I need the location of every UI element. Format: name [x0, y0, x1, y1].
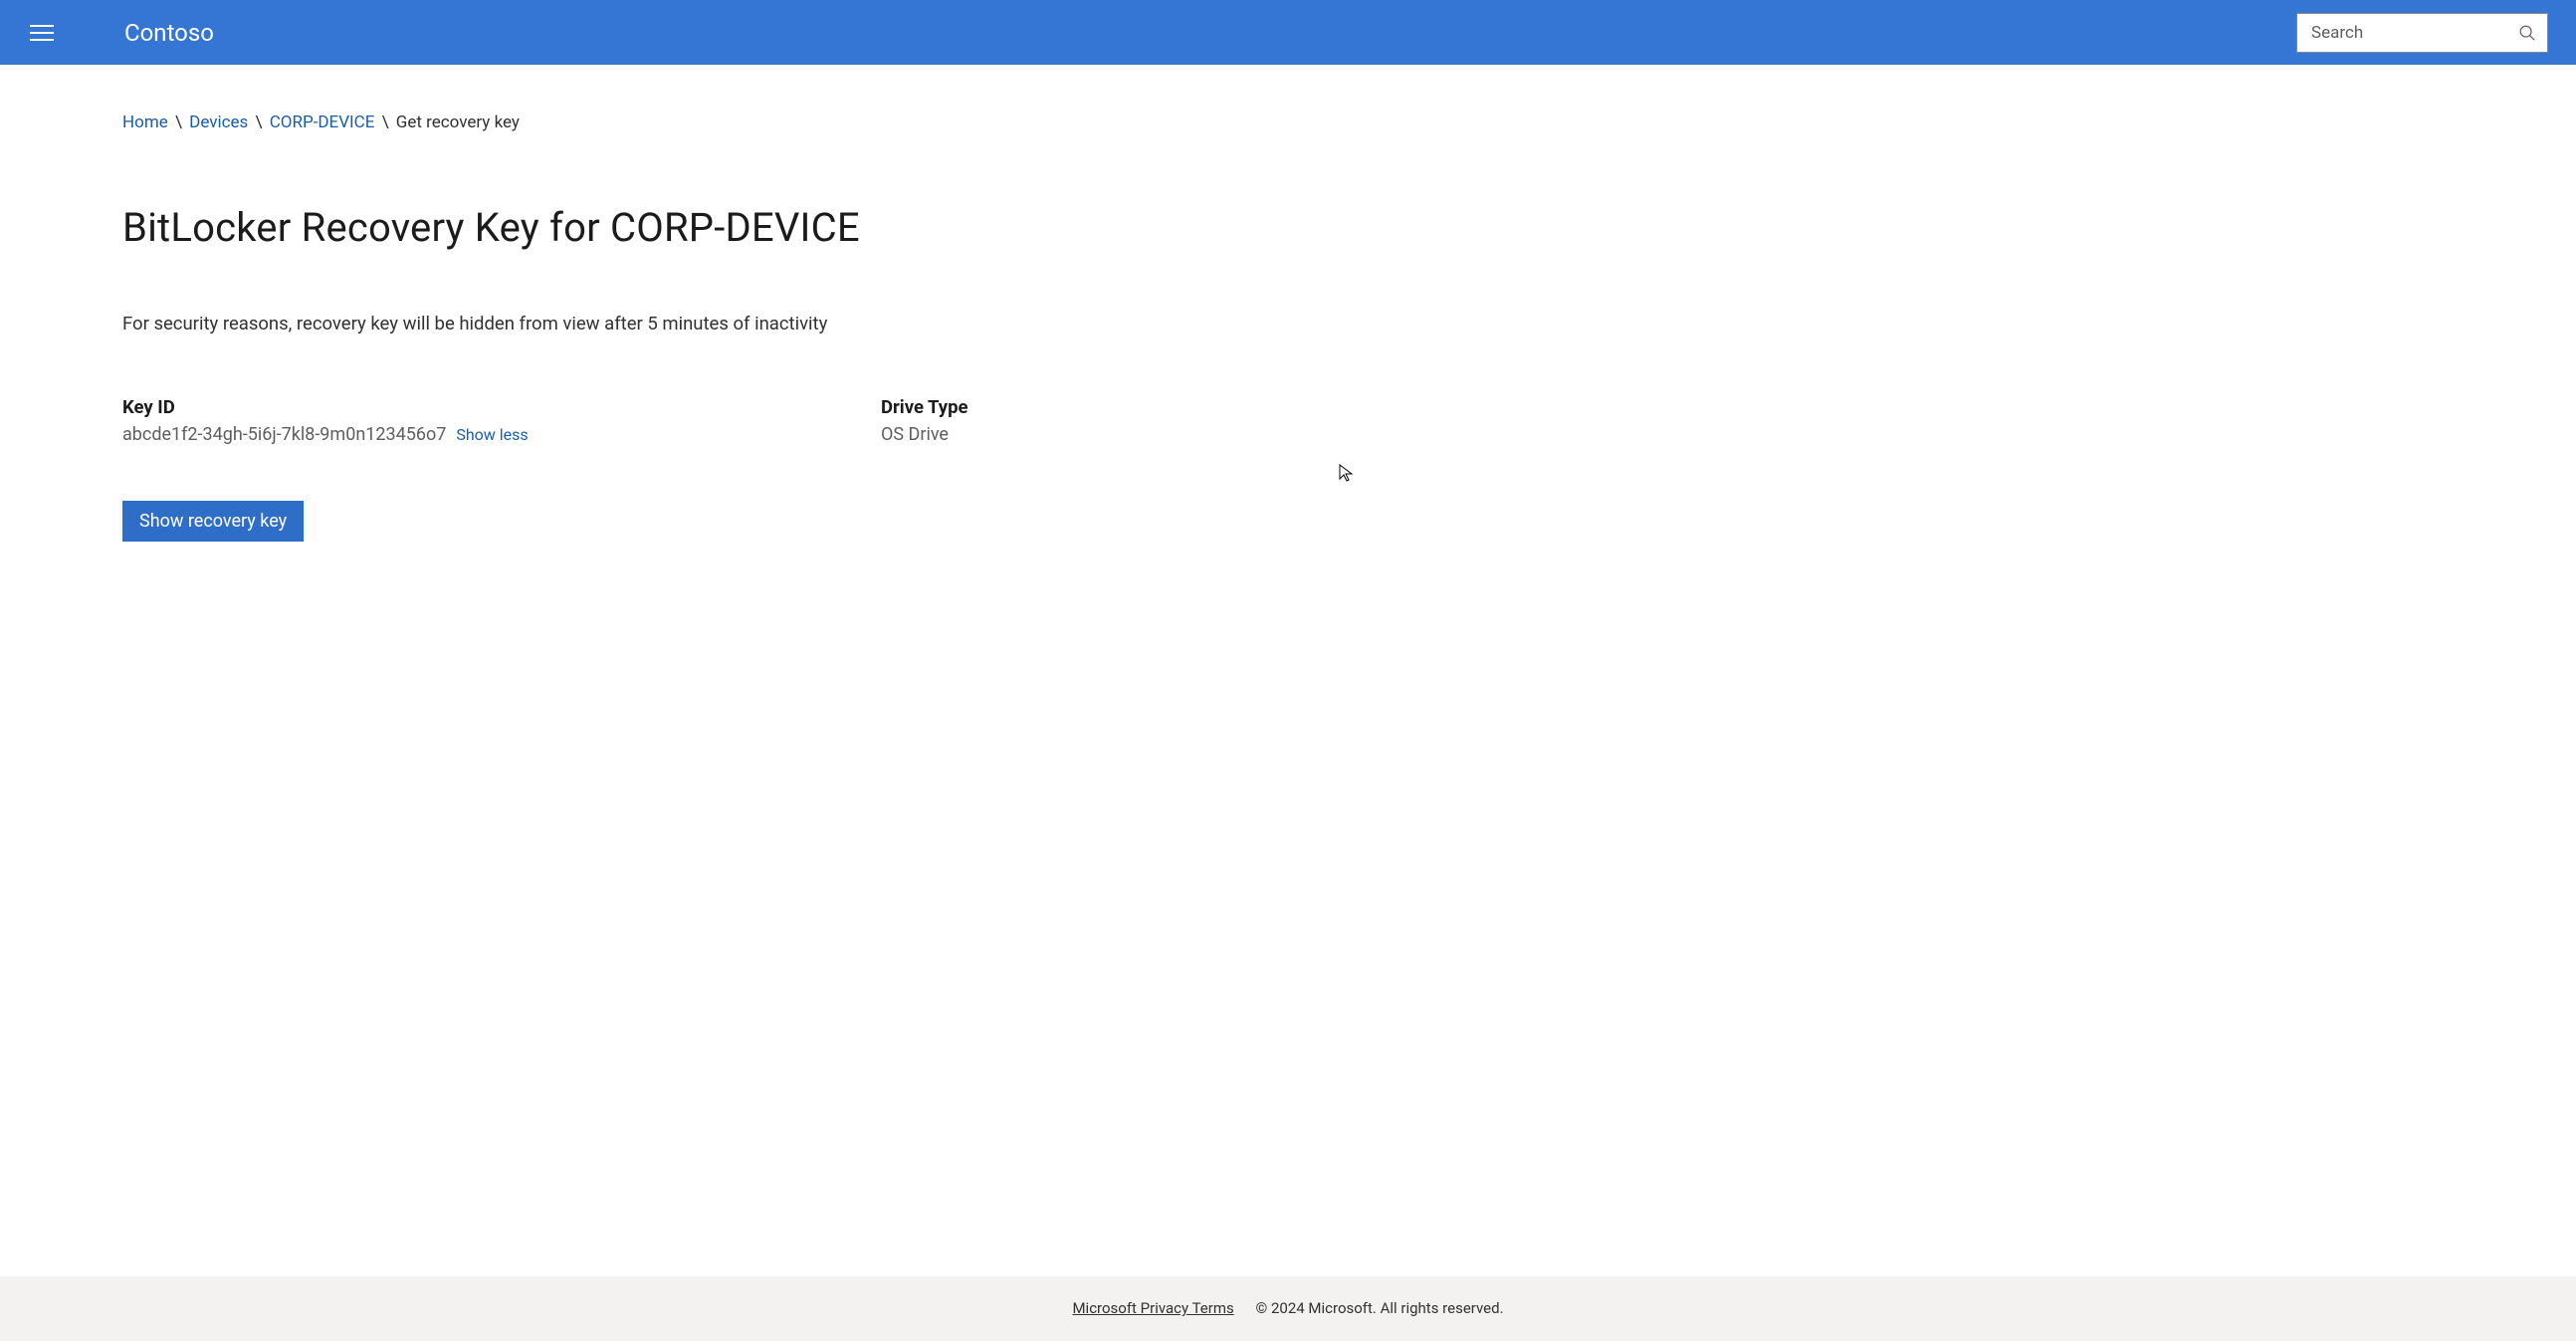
- copyright-text: © 2024 Microsoft. All rights reserved.: [1255, 1299, 1503, 1317]
- brand-name: Contoso: [124, 19, 214, 47]
- breadcrumb-device-name[interactable]: CORP-DEVICE: [270, 112, 375, 132]
- breadcrumb-current: Get recovery key: [396, 112, 520, 132]
- privacy-terms-link[interactable]: Microsoft Privacy Terms: [1072, 1299, 1233, 1317]
- security-notice: For security reasons, recovery key will …: [122, 313, 2454, 335]
- search-input[interactable]: [2296, 13, 2548, 53]
- main-content: Home \ Devices \ CORP-DEVICE \ Get recov…: [0, 65, 2576, 1276]
- drive-type-value: OS Drive: [881, 424, 968, 445]
- page-title: BitLocker Recovery Key for CORP-DEVICE: [122, 204, 2454, 251]
- breadcrumb-separator: \: [256, 112, 267, 132]
- breadcrumb-home[interactable]: Home: [122, 112, 168, 132]
- drive-type-block: Drive Type OS Drive: [881, 396, 968, 445]
- key-id-value: abcde1f2-34gh-5i6j-7kl8-9m0n123456o7: [122, 424, 446, 445]
- footer: Microsoft Privacy Terms © 2024 Microsoft…: [0, 1276, 2576, 1341]
- header-left: Contoso: [20, 10, 214, 55]
- key-id-block: Key ID abcde1f2-34gh-5i6j-7kl8-9m0n12345…: [122, 396, 881, 445]
- breadcrumb: Home \ Devices \ CORP-DEVICE \ Get recov…: [122, 112, 2454, 132]
- hamburger-menu-button[interactable]: [20, 10, 65, 55]
- breadcrumb-devices[interactable]: Devices: [189, 112, 248, 132]
- show-less-link[interactable]: Show less: [456, 425, 528, 444]
- key-id-label: Key ID: [122, 396, 881, 418]
- search-container: [2296, 13, 2548, 53]
- header-bar: Contoso: [0, 0, 2576, 65]
- key-info-row: Key ID abcde1f2-34gh-5i6j-7kl8-9m0n12345…: [122, 396, 2454, 445]
- show-recovery-key-button[interactable]: Show recovery key: [122, 501, 304, 542]
- key-id-value-row: abcde1f2-34gh-5i6j-7kl8-9m0n123456o7 Sho…: [122, 424, 881, 445]
- drive-type-label: Drive Type: [881, 396, 968, 418]
- breadcrumb-separator: \: [175, 112, 186, 132]
- breadcrumb-separator: \: [382, 112, 393, 132]
